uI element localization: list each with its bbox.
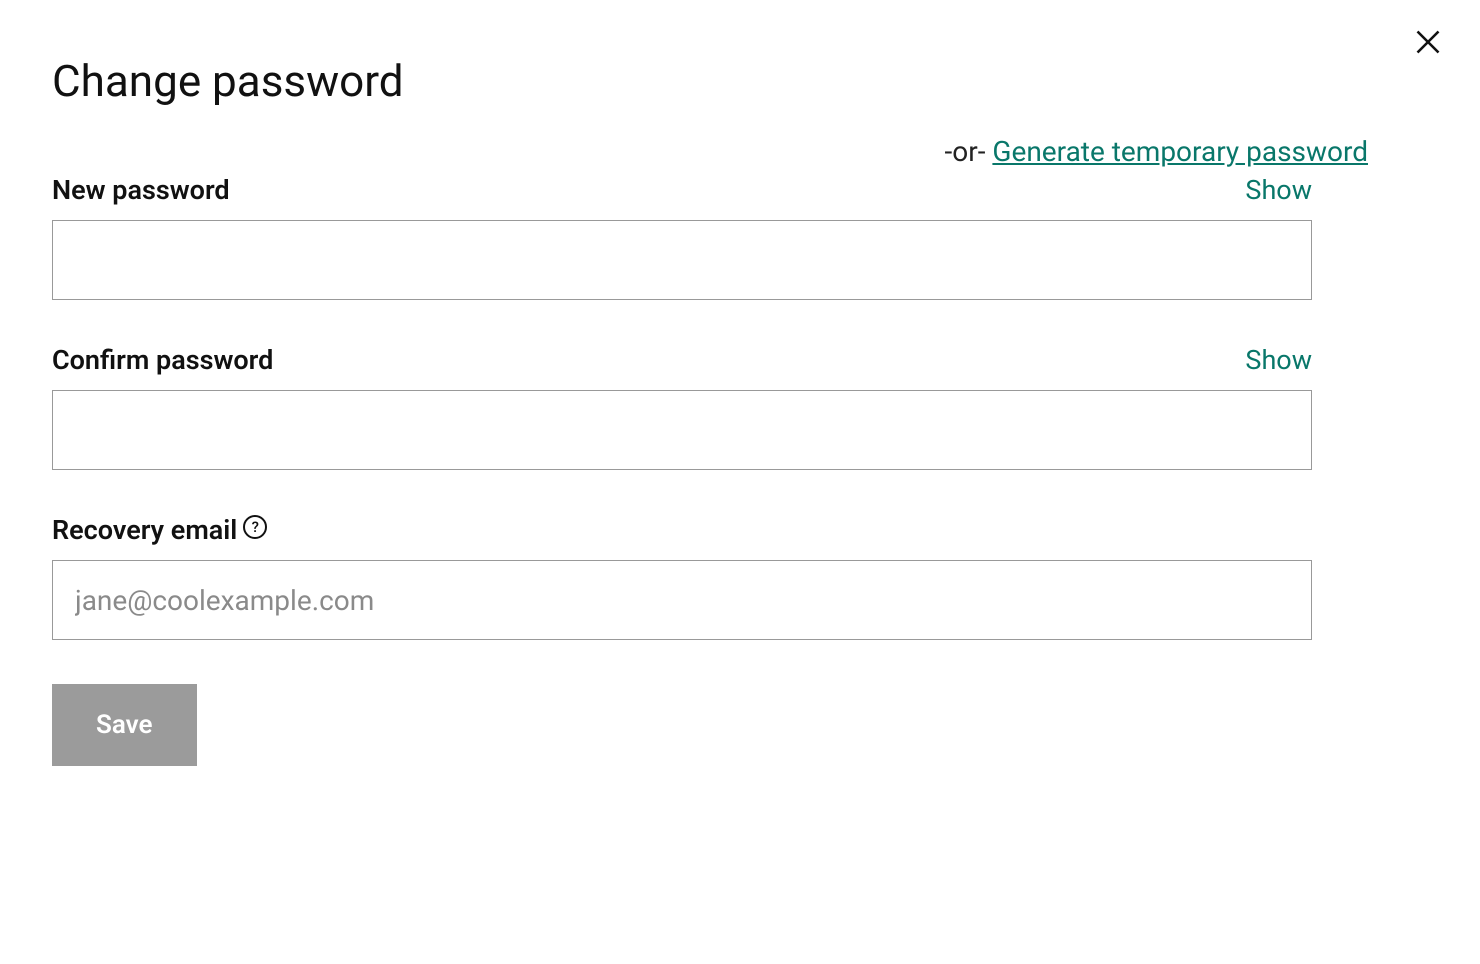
save-button[interactable]: Save	[52, 684, 197, 766]
modal-title: Change password	[52, 55, 1428, 107]
change-password-modal: Change password -or- Generate temporary …	[0, 0, 1480, 821]
generate-temp-password-link[interactable]: Generate temporary password	[992, 135, 1368, 168]
confirm-password-input[interactable]	[52, 390, 1312, 470]
help-icon[interactable]: ?	[243, 515, 267, 539]
show-confirm-password-toggle[interactable]: Show	[1245, 344, 1312, 376]
close-icon	[1414, 28, 1442, 56]
recovery-email-label-text: Recovery email	[52, 514, 237, 546]
show-new-password-toggle[interactable]: Show	[1245, 174, 1312, 206]
confirm-password-label: Confirm password	[52, 344, 273, 376]
recovery-email-field: Recovery email ?	[52, 514, 1312, 640]
recovery-email-label: Recovery email ?	[52, 514, 267, 546]
recovery-email-input[interactable]	[52, 560, 1312, 640]
label-row: New password Show	[52, 174, 1312, 206]
confirm-password-field: Confirm password Show	[52, 344, 1312, 470]
label-row: Recovery email ?	[52, 514, 1312, 546]
close-button[interactable]	[1408, 22, 1448, 62]
generate-row: -or- Generate temporary password	[52, 135, 1428, 168]
new-password-input[interactable]	[52, 220, 1312, 300]
new-password-label: New password	[52, 174, 230, 206]
or-text: -or-	[945, 135, 993, 168]
label-row: Confirm password Show	[52, 344, 1312, 376]
new-password-field: New password Show	[52, 174, 1312, 300]
